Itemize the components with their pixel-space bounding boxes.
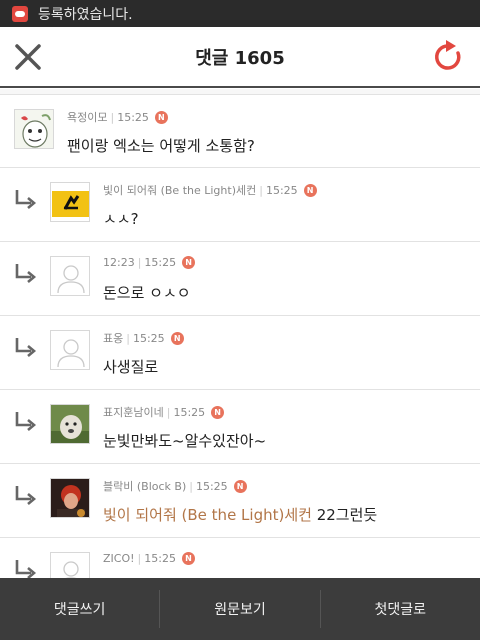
default-avatar[interactable] xyxy=(50,256,90,296)
status-message: 등록하였습니다. xyxy=(38,6,133,23)
comment-text: 빛이 되어줘 (Be the Light)세컨 22그런듯 xyxy=(103,504,377,525)
comment-meta: ZICO! | 15:25 N xyxy=(103,552,195,565)
comment-item[interactable]: 빛이 되어줘 (Be the Light)세컨 | 15:25 N ㅅㅅ? xyxy=(0,168,480,242)
meta-divider: | xyxy=(166,405,171,419)
close-button[interactable] xyxy=(12,41,44,73)
comment-text: 돈으로 ㅇㅅㅇ xyxy=(103,284,191,302)
new-badge: N xyxy=(154,110,168,124)
comment-meta: 12:23 | 15:25 N xyxy=(103,256,196,269)
app-notification-icon xyxy=(12,5,28,22)
comment-author: 표지훈남이네 xyxy=(103,406,164,419)
reply-arrow-icon xyxy=(15,338,37,357)
comment-time: 15:25 xyxy=(132,331,165,345)
comment-time: 15:25 xyxy=(265,183,298,197)
comment-item[interactable]: 표지훈남이네 | 15:25 N 눈빛만봐도~알수있잔아~ xyxy=(0,390,480,464)
reply-arrow-icon xyxy=(15,486,37,505)
comment-author: 빛이 되어줘 (Be the Light)세컨 xyxy=(103,184,257,197)
comment-item[interactable]: ZICO! | 15:25 N xyxy=(0,538,480,578)
comment-time: 15:25 xyxy=(144,256,177,269)
comment-author: ZICO! xyxy=(103,552,135,565)
status-bar: 등록하였습니다. xyxy=(0,0,480,27)
comment-author: 표옹 xyxy=(103,332,124,345)
comment-item[interactable]: 12:23 | 15:25 N 돈으로 ㅇㅅㅇ xyxy=(0,242,480,316)
bottom-action-bar: 댓글쓰기 원문보기 첫댓글로 xyxy=(0,578,480,640)
new-badge: N xyxy=(170,331,184,345)
avatar[interactable] xyxy=(50,478,90,518)
reply-arrow-icon xyxy=(15,412,37,431)
meta-divider: | xyxy=(126,331,130,345)
new-badge: N xyxy=(303,183,317,197)
refresh-button[interactable] xyxy=(432,39,466,75)
comment-meta: 블락비 (Block B) | 15:25 N xyxy=(103,478,247,494)
meta-divider: | xyxy=(137,256,142,269)
comment-item[interactable]: 블락비 (Block B) | 15:25 N 빛이 되어줘 (Be the L… xyxy=(0,464,480,538)
new-badge: N xyxy=(182,256,196,269)
view-original-button[interactable]: 원문보기 xyxy=(160,578,319,640)
comment-text: ㅅㅅ? xyxy=(103,210,139,228)
comment-time: 15:25 xyxy=(173,405,206,419)
avatar[interactable] xyxy=(50,404,90,444)
comment-text: 사생질로 xyxy=(103,358,159,376)
default-avatar[interactable] xyxy=(50,330,90,370)
avatar[interactable] xyxy=(50,182,90,222)
new-badge: N xyxy=(211,405,225,419)
reply-arrow-icon xyxy=(15,264,37,283)
comment-time: 15:25 xyxy=(144,552,176,565)
comment-text: 눈빛만봐도~알수있잔아~ xyxy=(103,432,267,450)
user-placeholder-icon xyxy=(57,339,85,368)
comment-list[interactable]: 욕정이모 | 15:25 N 팬이랑 엑소는 어떻게 소통함? 빛이 되어줘 (… xyxy=(0,89,480,578)
close-icon xyxy=(15,44,41,70)
user-placeholder-icon xyxy=(63,561,79,578)
comment-meta: 욕정이모 | 15:25 N xyxy=(67,109,168,125)
user-placeholder-icon xyxy=(57,265,85,294)
comment-meta: 표지훈남이네 | 15:25 N xyxy=(103,404,225,420)
reply-arrow-icon xyxy=(15,560,37,578)
meta-divider: | xyxy=(189,479,193,493)
comment-text: 팬이랑 엑소는 어떻게 소통함? xyxy=(67,137,255,155)
write-comment-button[interactable]: 댓글쓰기 xyxy=(0,578,159,640)
avatar[interactable] xyxy=(14,109,54,149)
comment-meta: 표옹 | 15:25 N xyxy=(103,330,184,346)
comment-item[interactable]: 욕정이모 | 15:25 N 팬이랑 엑소는 어떻게 소통함? xyxy=(0,95,480,168)
meta-divider: | xyxy=(259,183,263,197)
comment-meta: 빛이 되어줘 (Be the Light)세컨 | 15:25 N xyxy=(103,182,317,198)
meta-divider: | xyxy=(137,552,142,565)
comment-author: 12:23 xyxy=(103,256,135,269)
default-avatar[interactable] xyxy=(50,552,90,578)
page-title: 댓글 1605 xyxy=(195,47,285,69)
first-comment-button[interactable]: 첫댓글로 xyxy=(321,578,480,640)
refresh-icon xyxy=(435,40,461,70)
new-badge: N xyxy=(233,479,247,493)
comment-author: 블락비 (Block B) xyxy=(103,480,187,493)
mention-link[interactable]: 빛이 되어줘 (Be the Light)세컨 xyxy=(103,506,312,524)
comment-author: 욕정이모 xyxy=(67,111,108,124)
reply-arrow-icon xyxy=(15,190,37,209)
comment-time: 15:25 xyxy=(195,479,228,493)
new-badge: N xyxy=(181,552,195,565)
comment-item[interactable]: 표옹 | 15:25 N 사생질로 xyxy=(0,316,480,390)
comment-time: 15:25 xyxy=(117,110,149,124)
meta-divider: | xyxy=(110,110,115,124)
header: 댓글 1605 xyxy=(0,27,480,88)
comment-text-body: 22그런듯 xyxy=(311,506,378,524)
